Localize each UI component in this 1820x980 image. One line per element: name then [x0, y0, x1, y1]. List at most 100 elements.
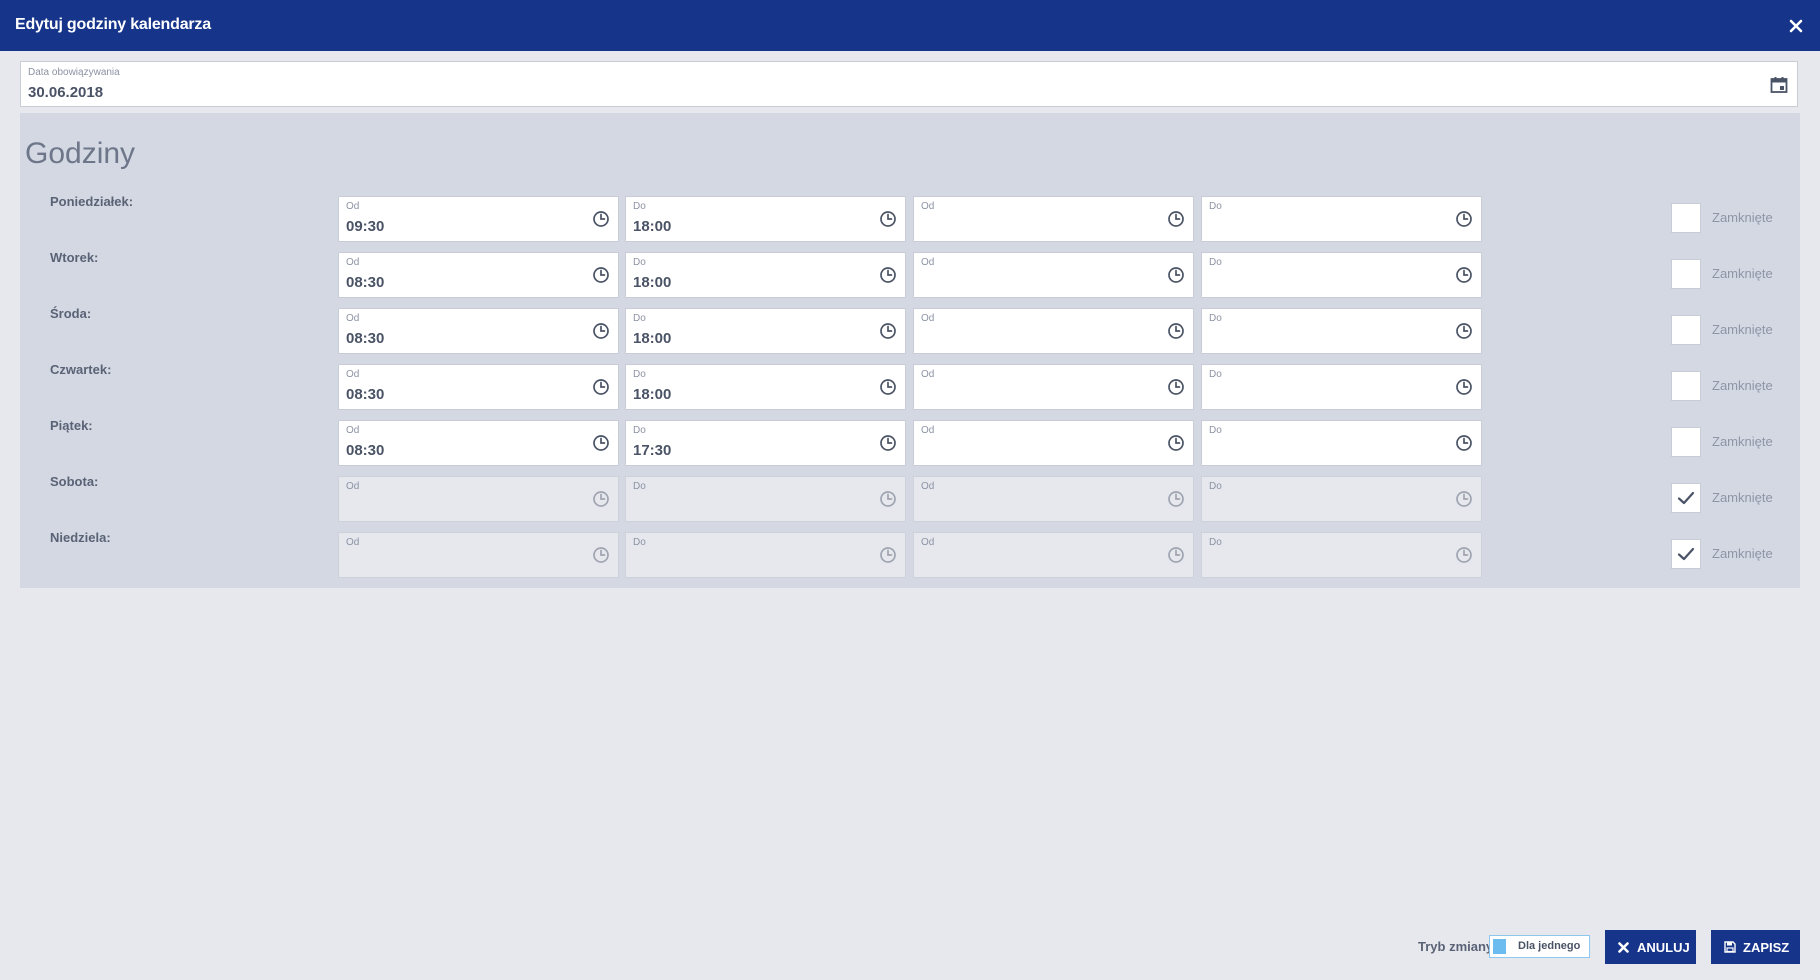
- to-time-field-2: Do: [1201, 532, 1482, 578]
- time-field-label: Od: [346, 481, 360, 492]
- clock-icon[interactable]: [879, 266, 897, 284]
- clock-icon[interactable]: [592, 378, 610, 396]
- clock-icon: [1455, 546, 1473, 564]
- time-field-label: Do: [1209, 537, 1222, 548]
- clock-icon[interactable]: [1167, 210, 1185, 228]
- time-field-label: Od: [921, 257, 935, 268]
- clock-icon[interactable]: [592, 434, 610, 452]
- time-field-label: Do: [633, 425, 646, 436]
- time-field-value[interactable]: 18:00: [633, 274, 671, 291]
- time-field-value[interactable]: 09:30: [346, 218, 384, 235]
- clock-icon: [879, 546, 897, 564]
- clock-icon[interactable]: [1167, 378, 1185, 396]
- time-field-value[interactable]: 17:30: [633, 442, 671, 459]
- day-row: Poniedziałek: Od 09:30 Do 18:00 Od Do Zamknięte: [20, 194, 1800, 242]
- from-time-field-2[interactable]: Od: [913, 196, 1194, 242]
- closed-checkbox[interactable]: [1671, 427, 1701, 457]
- from-time-field-2[interactable]: Od: [913, 364, 1194, 410]
- from-time-field-1[interactable]: Od 08:30: [338, 252, 619, 298]
- time-field-label: Do: [633, 257, 646, 268]
- from-time-field-2[interactable]: Od: [913, 308, 1194, 354]
- clock-icon[interactable]: [1455, 266, 1473, 284]
- time-field-label: Od: [921, 201, 935, 212]
- clock-icon[interactable]: [592, 322, 610, 340]
- calendar-icon[interactable]: [1769, 75, 1789, 95]
- closed-label: Zamknięte: [1712, 378, 1773, 393]
- day-name: Poniedziałek:: [50, 194, 134, 209]
- to-time-field-1[interactable]: Do 18:00: [625, 364, 906, 410]
- clock-icon[interactable]: [1167, 434, 1185, 452]
- clock-icon[interactable]: [879, 434, 897, 452]
- cancel-button[interactable]: ANULUJ: [1605, 930, 1696, 964]
- time-field-label: Od: [921, 537, 935, 548]
- from-time-field-1[interactable]: Od 08:30: [338, 364, 619, 410]
- clock-icon[interactable]: [1167, 322, 1185, 340]
- closed-checkbox[interactable]: [1671, 539, 1701, 569]
- to-time-field-1[interactable]: Do 18:00: [625, 308, 906, 354]
- time-field-value[interactable]: 08:30: [346, 386, 384, 403]
- time-field-label: Do: [1209, 369, 1222, 380]
- cancel-button-label: ANULUJ: [1637, 940, 1690, 955]
- clock-icon[interactable]: [592, 266, 610, 284]
- clock-icon[interactable]: [1455, 210, 1473, 228]
- from-time-field-1: Od: [338, 532, 619, 578]
- to-time-field-2[interactable]: Do: [1201, 252, 1482, 298]
- from-time-field-1[interactable]: Od 09:30: [338, 196, 619, 242]
- day-name: Wtorek:: [50, 250, 99, 265]
- dialog-title: Edytuj godziny kalendarza: [15, 16, 211, 33]
- time-field-value[interactable]: 08:30: [346, 442, 384, 459]
- clock-icon[interactable]: [1167, 266, 1185, 284]
- from-time-field-2[interactable]: Od: [913, 252, 1194, 298]
- to-time-field-1[interactable]: Do 18:00: [625, 252, 906, 298]
- closed-checkbox[interactable]: [1671, 203, 1701, 233]
- closed-checkbox[interactable]: [1671, 259, 1701, 289]
- close-icon[interactable]: [1785, 13, 1807, 37]
- from-time-field-1: Od: [338, 476, 619, 522]
- to-time-field-2[interactable]: Do: [1201, 364, 1482, 410]
- time-field-label: Do: [633, 369, 646, 380]
- time-field-label: Od: [346, 257, 360, 268]
- from-time-field-1[interactable]: Od 08:30: [338, 308, 619, 354]
- save-button[interactable]: ZAPISZ: [1711, 930, 1800, 964]
- clock-icon[interactable]: [879, 378, 897, 396]
- dialog-header: Edytuj godziny kalendarza: [0, 0, 1820, 51]
- time-field-label: Od: [346, 313, 360, 324]
- day-name: Niedziela:: [50, 530, 111, 545]
- time-field-value[interactable]: 18:00: [633, 386, 671, 403]
- clock-icon[interactable]: [1455, 434, 1473, 452]
- clock-icon: [592, 490, 610, 508]
- to-time-field-1[interactable]: Do 18:00: [625, 196, 906, 242]
- time-field-value[interactable]: 08:30: [346, 274, 384, 291]
- time-field-value[interactable]: 18:00: [633, 330, 671, 347]
- closed-checkbox[interactable]: [1671, 483, 1701, 513]
- clock-icon: [592, 546, 610, 564]
- time-field-label: Do: [1209, 201, 1222, 212]
- clock-icon[interactable]: [592, 210, 610, 228]
- clock-icon[interactable]: [1455, 322, 1473, 340]
- clock-icon[interactable]: [879, 322, 897, 340]
- effective-date-label: Data obowiązywania: [28, 67, 120, 78]
- time-field-value[interactable]: 08:30: [346, 330, 384, 347]
- from-time-field-2[interactable]: Od: [913, 420, 1194, 466]
- closed-label: Zamknięte: [1712, 434, 1773, 449]
- to-time-field-2[interactable]: Do: [1201, 420, 1482, 466]
- x-icon: [1618, 941, 1629, 956]
- day-name: Piątek:: [50, 418, 93, 433]
- time-field-label: Od: [346, 201, 360, 212]
- save-button-label: ZAPISZ: [1743, 940, 1790, 955]
- day-row: Wtorek: Od 08:30 Do 18:00 Od Do Zamknięte: [20, 250, 1800, 298]
- clock-icon[interactable]: [879, 210, 897, 228]
- effective-date-value[interactable]: 30.06.2018: [28, 84, 103, 101]
- time-field-label: Do: [1209, 313, 1222, 324]
- to-time-field-1[interactable]: Do 17:30: [625, 420, 906, 466]
- effective-date-field[interactable]: Data obowiązywania 30.06.2018: [20, 61, 1798, 107]
- change-mode-toggle[interactable]: Dla jednego: [1489, 935, 1590, 958]
- closed-checkbox[interactable]: [1671, 371, 1701, 401]
- to-time-field-2[interactable]: Do: [1201, 196, 1482, 242]
- time-field-value[interactable]: 18:00: [633, 218, 671, 235]
- to-time-field-2[interactable]: Do: [1201, 308, 1482, 354]
- clock-icon[interactable]: [1455, 378, 1473, 396]
- from-time-field-1[interactable]: Od 08:30: [338, 420, 619, 466]
- time-field-label: Do: [633, 201, 646, 212]
- closed-checkbox[interactable]: [1671, 315, 1701, 345]
